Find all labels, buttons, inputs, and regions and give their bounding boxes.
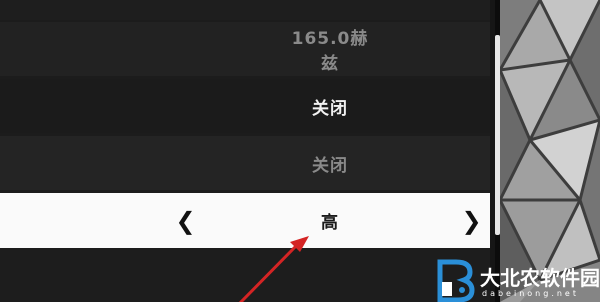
watermark-text: 大北农软件园 xyxy=(480,266,600,290)
watermark: 大北农软件园 dabeinong.net xyxy=(436,258,600,302)
annotation-arrow xyxy=(238,236,309,302)
watermark-domain: dabeinong.net xyxy=(482,289,579,298)
watermark-logo-icon xyxy=(437,259,475,302)
